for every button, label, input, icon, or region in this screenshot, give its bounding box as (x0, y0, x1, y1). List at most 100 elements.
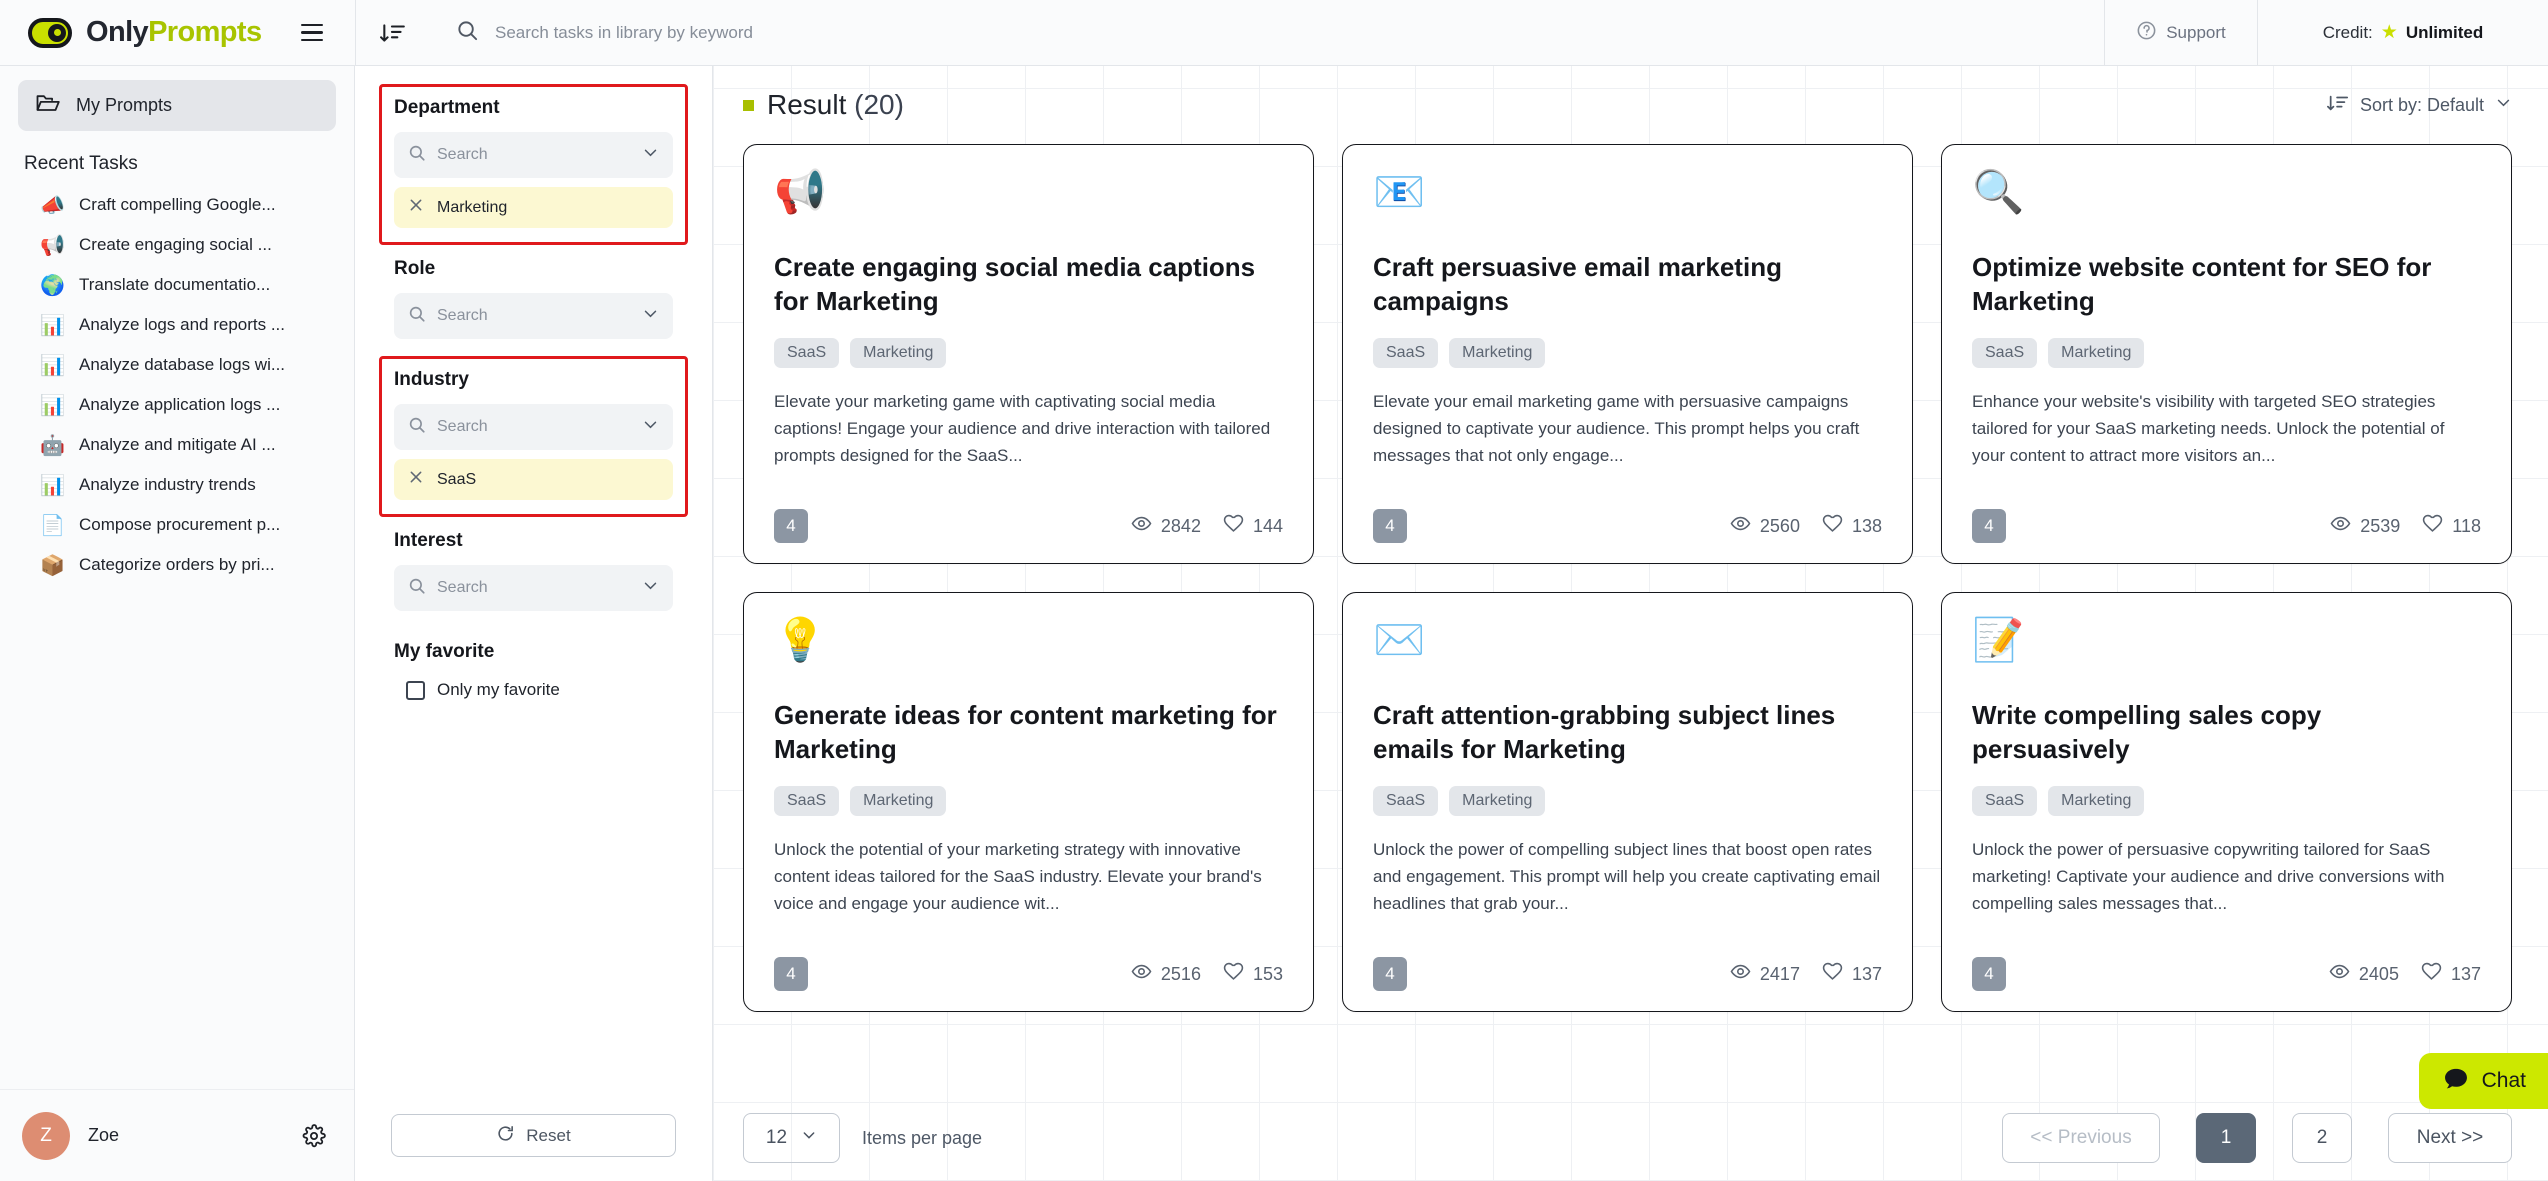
prompt-card[interactable]: 🔍 Optimize website content for SEO for M… (1941, 144, 2512, 564)
sidebar-task-label: Categorize orders by pri... (79, 555, 275, 574)
hamburger-icon[interactable] (284, 23, 340, 42)
chip-label: SaaS (437, 470, 477, 488)
avatar[interactable]: Z (22, 1111, 70, 1160)
card-tag[interactable]: Marketing (1449, 338, 1546, 368)
card-tag[interactable]: SaaS (774, 786, 840, 816)
sidebar-task-item[interactable]: 📢 Create engaging social ... (18, 225, 336, 265)
task-emoji-icon: 📄 (40, 513, 65, 537)
only-my-favorite-checkbox[interactable] (406, 680, 425, 700)
results-header: Result (20) Sort by: Default (713, 66, 2548, 144)
search-input[interactable] (495, 22, 2104, 43)
card-footer: 4 2516 153 (774, 943, 1283, 991)
magnifier-icon: 🔍 (1972, 167, 2025, 216)
results-count: (20) (854, 89, 904, 120)
reset-button[interactable]: Reset (391, 1114, 676, 1157)
sort-by-dropdown[interactable]: Sort by: Default (2326, 92, 2512, 119)
prompt-card[interactable]: 💡 Generate ideas for content marketing f… (743, 592, 1314, 1012)
search-icon (456, 19, 479, 47)
close-icon[interactable] (408, 469, 424, 490)
card-tag[interactable]: Marketing (2048, 338, 2145, 368)
step-count-badge: 4 (1373, 509, 1407, 543)
card-title: Craft attention-grabbing subject lines e… (1373, 700, 1836, 764)
chevron-down-icon (642, 305, 659, 327)
industry-search-select[interactable]: Search (394, 404, 673, 450)
card-tag[interactable]: SaaS (774, 338, 840, 368)
only-my-favorite-row[interactable]: Only my favorite (394, 676, 673, 704)
role-search-select[interactable]: Search (394, 293, 673, 339)
likes-count: 137 (2450, 963, 2481, 984)
task-emoji-icon: 📣 (40, 193, 65, 217)
filter-search-placeholder: Search (437, 579, 488, 596)
sidebar-task-label: Analyze application logs ... (79, 395, 281, 414)
prompt-card[interactable]: 📝 Write compelling sales copy persuasive… (1941, 592, 2512, 1012)
card-description: Unlock the potential of your marketing s… (774, 840, 1262, 913)
chat-widget-button[interactable]: Chat (2418, 1053, 2548, 1109)
sidebar-task-label: Analyze database logs wi... (79, 355, 286, 374)
card-footer: 4 2417 137 (1373, 943, 1882, 991)
sidebar-item-my-prompts[interactable]: My Prompts (18, 80, 336, 131)
onlyprompts-logo-icon[interactable] (28, 17, 72, 48)
card-tag[interactable]: Marketing (2048, 786, 2145, 816)
likes-stat: 144 (1223, 513, 1283, 539)
credit-indicator[interactable]: Credit: ★ Unlimited (2258, 0, 2548, 65)
support-button[interactable]: Support (2105, 0, 2257, 65)
page-button-1[interactable]: 1 (2196, 1113, 2256, 1163)
card-tag[interactable]: SaaS (1373, 786, 1439, 816)
sidebar-task-item[interactable]: 📊 Analyze application logs ... (18, 385, 336, 425)
department-chip-marketing[interactable]: Marketing (394, 187, 673, 228)
next-page-button[interactable]: Next >> (2388, 1113, 2512, 1163)
card-tag[interactable]: SaaS (1373, 338, 1439, 368)
sidebar-task-item[interactable]: 📊 Analyze database logs wi... (18, 345, 336, 385)
card-tag[interactable]: SaaS (1972, 338, 2038, 368)
filter-title: Role (394, 258, 436, 279)
card-description: Elevate your email marketing game with p… (1373, 392, 1860, 465)
interest-search-select[interactable]: Search (394, 565, 673, 611)
card-tag[interactable]: Marketing (1449, 786, 1546, 816)
search-icon (408, 577, 426, 600)
card-title: Optimize website content for SEO for Mar… (1972, 252, 2432, 316)
prompt-card[interactable]: 📢 Create engaging social media captions … (743, 144, 1314, 564)
filter-group-favorite: My favorite Only my favorite (379, 628, 688, 721)
sort-descending-icon[interactable] (356, 0, 430, 65)
sidebar-user-footer: Z Zoe (0, 1089, 354, 1181)
lightbulb-icon: 💡 (774, 615, 827, 664)
question-circle-icon (2136, 20, 2157, 46)
chevron-down-icon (2495, 94, 2512, 116)
views-count: 2539 (2360, 515, 2401, 536)
prompt-card[interactable]: 📧 Craft persuasive email marketing campa… (1342, 144, 1913, 564)
sidebar-task-label: Craft compelling Google... (79, 195, 276, 214)
filter-title: Industry (394, 369, 469, 390)
previous-page-button[interactable]: << Previous (2002, 1113, 2160, 1163)
sidebar: My Prompts Recent Tasks 📣 Craft compelli… (0, 66, 355, 1181)
sidebar-task-item[interactable]: 📄 Compose procurement p... (18, 505, 336, 545)
card-tag[interactable]: Marketing (850, 786, 947, 816)
brand-name-part2: Prompts (148, 16, 262, 48)
card-title: Write compelling sales copy persuasively (1972, 700, 2322, 764)
close-icon[interactable] (408, 197, 424, 218)
items-per-page-select[interactable]: 12 (743, 1113, 840, 1163)
gear-icon[interactable] (302, 1123, 326, 1148)
card-tag[interactable]: SaaS (1972, 786, 2038, 816)
card-tag[interactable]: Marketing (850, 338, 947, 368)
sidebar-task-item[interactable]: 📣 Craft compelling Google... (18, 185, 336, 225)
refresh-icon (496, 1124, 515, 1148)
filter-title: My favorite (394, 641, 495, 662)
filter-group-department: Department Search Marketing (379, 84, 688, 245)
sidebar-task-item[interactable]: 🤖 Analyze and mitigate AI ... (18, 425, 336, 465)
prompt-card[interactable]: ✉️ Craft attention-grabbing subject line… (1342, 592, 1913, 1012)
support-label: Support (2166, 22, 2226, 42)
sidebar-task-item[interactable]: 📊 Analyze industry trends (18, 465, 336, 505)
sidebar-task-item[interactable]: 📦 Categorize orders by pri... (18, 545, 336, 585)
sidebar-task-item[interactable]: 🌍 Translate documentatio... (18, 265, 336, 305)
card-tags: SaaS Marketing (774, 338, 1283, 368)
views-stat: 2560 (1730, 513, 1800, 539)
search-bar[interactable] (430, 0, 2104, 65)
sidebar-task-item[interactable]: 📊 Analyze logs and reports ... (18, 305, 336, 345)
industry-chip-saas[interactable]: SaaS (394, 459, 673, 500)
pagination-bar: 12 Items per page << Previous 1 2 Next >… (713, 1095, 2548, 1181)
filter-panel: Department Search Marketing Role Search … (355, 66, 713, 1181)
page-button-2[interactable]: 2 (2292, 1113, 2352, 1163)
department-search-select[interactable]: Search (394, 132, 673, 178)
brand-wordmark[interactable]: OnlyPrompts (86, 16, 262, 49)
